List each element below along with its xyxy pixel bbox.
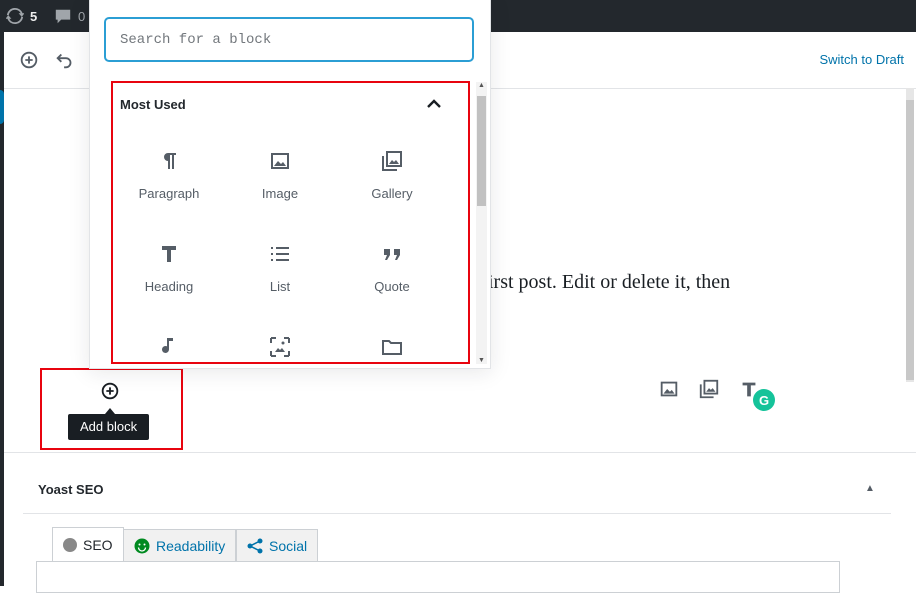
undo-icon[interactable] bbox=[54, 49, 76, 71]
switch-to-draft-button[interactable]: Switch to Draft bbox=[819, 52, 904, 67]
quote-icon bbox=[384, 249, 400, 260]
cover-image-icon bbox=[270, 337, 290, 357]
tab-label: Readability bbox=[156, 537, 226, 554]
gallery-icon[interactable] bbox=[698, 378, 720, 400]
grammarly-icon[interactable]: G bbox=[753, 389, 775, 411]
image-icon[interactable] bbox=[658, 378, 680, 400]
audio-icon bbox=[162, 338, 173, 353]
scrollbar-thumb[interactable] bbox=[906, 100, 914, 380]
tab-readability[interactable]: Readability bbox=[123, 529, 237, 562]
tab-label: SEO bbox=[83, 537, 113, 553]
scrollbar-thumb[interactable] bbox=[477, 96, 486, 206]
smiley-icon bbox=[134, 538, 150, 553]
tab-label: Social bbox=[269, 537, 308, 554]
folder-icon bbox=[382, 340, 402, 355]
inserter-scrollbar[interactable]: ▲ ▼ bbox=[476, 82, 487, 364]
most-used-panel-title[interactable]: Most Used bbox=[120, 97, 186, 112]
refresh-icon bbox=[6, 8, 24, 24]
post-paragraph-text[interactable]: irst post. Edit or delete it, then bbox=[488, 271, 730, 294]
block-label: Quote bbox=[374, 279, 410, 294]
chevron-up-icon[interactable] bbox=[425, 96, 443, 112]
tab-social[interactable]: Social bbox=[236, 529, 319, 562]
block-cover-image[interactable] bbox=[230, 335, 330, 361]
divider bbox=[23, 513, 891, 514]
updates-count: 5 bbox=[30, 8, 38, 24]
paragraph-icon bbox=[164, 153, 176, 169]
scroll-down-arrow-icon[interactable]: ▼ bbox=[478, 357, 485, 364]
plus-circle-icon[interactable] bbox=[99, 380, 121, 402]
block-heading[interactable]: Heading bbox=[119, 242, 219, 322]
yoast-seo-panel: Yoast SEO ▲ SEO Readability Social bbox=[4, 452, 916, 593]
yoast-tab-content bbox=[36, 561, 840, 593]
block-quote[interactable]: Quote bbox=[342, 242, 442, 322]
comment-bubble-icon bbox=[55, 9, 71, 24]
gallery-icon bbox=[382, 151, 402, 171]
plus-circle-icon[interactable] bbox=[18, 49, 40, 71]
block-gallery[interactable]: Gallery bbox=[342, 149, 442, 229]
block-label: Gallery bbox=[371, 186, 413, 201]
block-label: Paragraph bbox=[138, 186, 200, 201]
triangle-up-icon[interactable]: ▲ bbox=[865, 483, 875, 494]
block-list[interactable]: List bbox=[230, 242, 330, 322]
comments-link[interactable]: 0 bbox=[54, 7, 85, 25]
share-icon bbox=[247, 538, 263, 553]
grey-circle-icon bbox=[63, 538, 77, 552]
block-file[interactable] bbox=[342, 335, 442, 361]
block-paragraph[interactable]: Paragraph bbox=[119, 149, 219, 229]
block-label: Heading bbox=[144, 279, 194, 294]
list-icon bbox=[271, 247, 289, 261]
image-icon bbox=[271, 153, 289, 169]
block-image[interactable]: Image bbox=[230, 149, 330, 229]
scroll-up-arrow-icon[interactable]: ▲ bbox=[478, 82, 485, 89]
block-label: List bbox=[269, 279, 291, 294]
heading-icon bbox=[162, 246, 176, 262]
yoast-panel-title[interactable]: Yoast SEO bbox=[38, 482, 104, 497]
block-audio[interactable] bbox=[119, 335, 219, 361]
updates-link[interactable]: 5 bbox=[6, 7, 37, 25]
comments-count: 0 bbox=[78, 8, 86, 24]
add-block-tooltip: Add block bbox=[68, 414, 150, 440]
tab-seo[interactable]: SEO bbox=[52, 527, 124, 563]
block-search-input[interactable] bbox=[105, 18, 473, 61]
active-menu-indicator bbox=[0, 90, 4, 124]
block-label: Image bbox=[261, 186, 299, 201]
editor-scrollbar[interactable] bbox=[906, 88, 914, 382]
